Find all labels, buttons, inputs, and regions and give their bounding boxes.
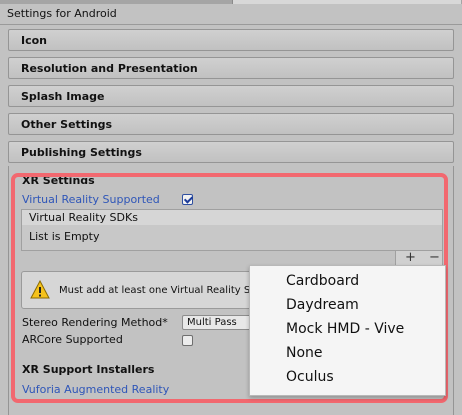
menu-item-oculus[interactable]: Oculus — [286, 369, 334, 385]
section-publishing-settings[interactable]: Publishing Settings — [8, 141, 454, 163]
vuforia-link[interactable]: Vuforia Augmented Reality — [22, 383, 169, 396]
menu-item-mock-hmd-vive[interactable]: Mock HMD - Vive — [286, 321, 404, 337]
section-label: Icon — [21, 34, 48, 47]
vr-sdk-list[interactable]: List is Empty — [21, 225, 443, 251]
stereo-rendering-label: Stereo Rendering Method* — [22, 316, 168, 329]
top-strip — [0, 0, 462, 4]
section-label: Resolution and Presentation — [21, 62, 198, 75]
section-icon[interactable]: Icon — [8, 29, 454, 51]
section-label: Publishing Settings — [21, 146, 142, 159]
empty-list-text: List is Empty — [29, 230, 100, 243]
xr-installers-header: XR Support Installers — [22, 363, 155, 376]
remove-sdk-button[interactable]: − — [429, 251, 440, 265]
divider — [0, 24, 462, 25]
vr-sdk-list-title: Virtual Reality SDKs — [29, 211, 138, 224]
vr-sdk-dropdown-menu: Cardboard Daydream Mock HMD - Vive None … — [249, 265, 446, 396]
arcore-supported-checkbox[interactable] — [182, 335, 193, 346]
section-splash-image[interactable]: Splash Image — [8, 85, 454, 107]
menu-item-daydream[interactable]: Daydream — [286, 297, 359, 313]
arcore-supported-label: ARCore Supported — [22, 333, 123, 346]
window-tab[interactable] — [232, 0, 461, 4]
section-other-settings[interactable]: Other Settings — [8, 113, 454, 135]
vr-supported-checkbox[interactable] — [182, 194, 193, 205]
add-sdk-button[interactable]: + — [405, 251, 416, 265]
vr-sdk-list-header: Virtual Reality SDKs — [21, 209, 443, 226]
inspector-title: Settings for Android — [7, 7, 117, 20]
xr-settings-header[interactable]: XR Settings — [22, 175, 95, 184]
section-label: Splash Image — [21, 90, 105, 103]
warning-icon — [30, 280, 50, 299]
section-label: Other Settings — [21, 118, 113, 131]
vr-supported-label: Virtual Reality Supported — [22, 193, 160, 206]
menu-item-none[interactable]: None — [286, 345, 323, 361]
warning-message: Must add at least one Virtual Reality S — [59, 285, 251, 296]
section-resolution[interactable]: Resolution and Presentation — [8, 57, 454, 79]
menu-item-cardboard[interactable]: Cardboard — [286, 273, 359, 289]
